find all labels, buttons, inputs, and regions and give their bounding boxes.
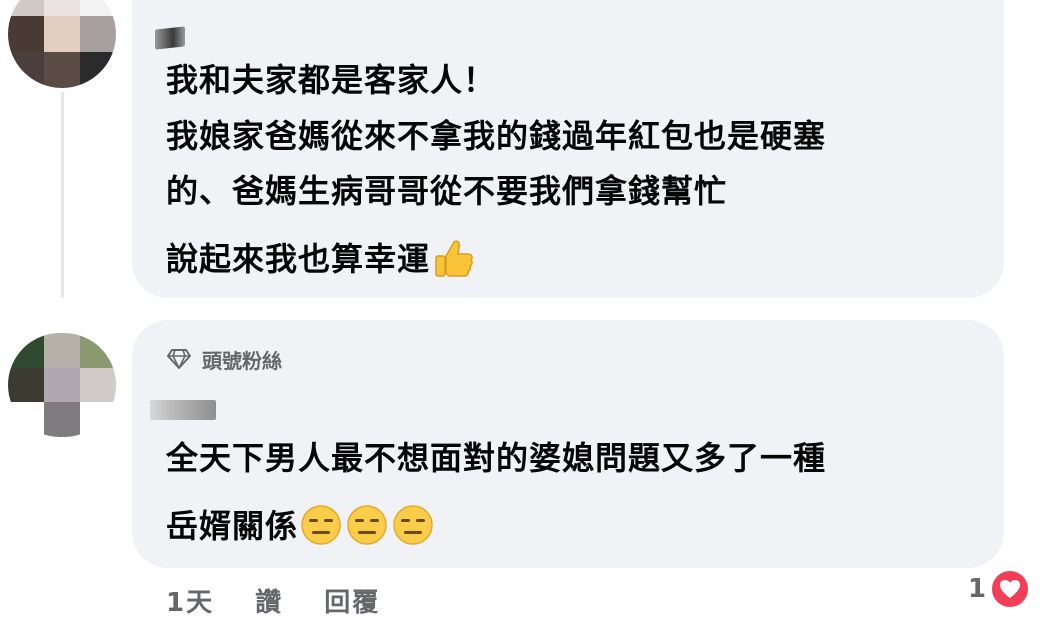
- commenter-name[interactable]: [155, 26, 185, 50]
- expressionless-face-icon: [393, 505, 433, 545]
- timestamp[interactable]: 1天: [166, 588, 214, 618]
- comment-text-line: 全天下男人最不想面對的婆媳問題又多了一種: [166, 439, 827, 477]
- commenter-name[interactable]: [150, 400, 216, 420]
- reaction-count: 1: [968, 574, 987, 604]
- comment-footer: 1天 讚 回覆: [166, 582, 410, 619]
- thread-line: [61, 92, 64, 298]
- comment-text-line: 我和夫家都是客家人！: [166, 61, 497, 99]
- comment-text-line: 我娘家爸媽從來不拿我的錢過年紅包也是硬塞: [166, 117, 827, 155]
- commenter-avatar[interactable]: [8, 333, 116, 437]
- comment-text: 岳婿關係: [166, 507, 299, 545]
- commenter-avatar[interactable]: [8, 0, 116, 88]
- comment-text-line: 的、爸媽生病哥哥從不要我們拿錢幫忙: [166, 172, 728, 210]
- expressionless-face-icon: [347, 505, 387, 545]
- heart-icon: [990, 569, 1031, 609]
- comment-text-line: 說起來我也算幸運: [166, 239, 476, 280]
- like-button[interactable]: 讚: [255, 588, 283, 618]
- thumbs-up-icon: [435, 240, 473, 277]
- comment-text: 說起來我也算幸運: [166, 240, 431, 278]
- reply-button[interactable]: 回覆: [324, 588, 380, 618]
- diamond-icon: [167, 349, 191, 369]
- expressionless-face-icon: [301, 505, 341, 545]
- reaction-summary[interactable]: 1: [968, 569, 1031, 609]
- badge-label: 頭號粉絲: [202, 348, 282, 373]
- comment-text-line: 岳婿關係: [166, 505, 434, 546]
- top-fan-badge[interactable]: 頭號粉絲: [166, 344, 282, 374]
